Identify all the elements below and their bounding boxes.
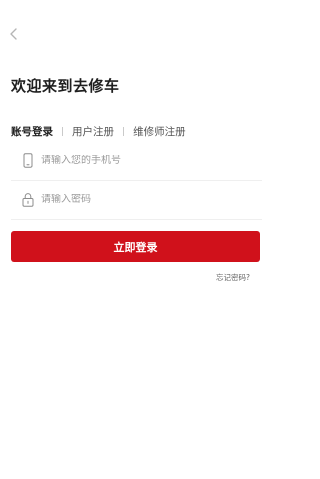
tab-separator: | — [61, 126, 65, 137]
password-field — [11, 179, 262, 220]
phone-field — [11, 140, 262, 181]
tab-user-register[interactable]: 用户注册 — [72, 124, 114, 139]
phone-icon — [19, 151, 37, 169]
page-title: 欢迎来到去修车 — [11, 77, 120, 95]
tab-separator: | — [122, 126, 126, 137]
tab-account-login[interactable]: 账号登录 — [11, 124, 53, 139]
tab-mechanic-register[interactable]: 维修师注册 — [133, 124, 186, 139]
forgot-password-link[interactable]: 忘记密码? — [216, 272, 250, 283]
login-page: 欢迎来到去修车 账号登录 | 用户注册 | 维修师注册 立即登录 忘记密码? — [0, 0, 270, 479]
login-tabs: 账号登录 | 用户注册 | 维修师注册 — [11, 124, 186, 139]
chevron-left-icon — [10, 28, 17, 40]
login-button[interactable]: 立即登录 — [11, 231, 260, 262]
password-input[interactable] — [41, 193, 241, 205]
phone-input[interactable] — [41, 154, 241, 166]
lock-icon — [19, 190, 37, 208]
back-button[interactable] — [6, 26, 22, 42]
